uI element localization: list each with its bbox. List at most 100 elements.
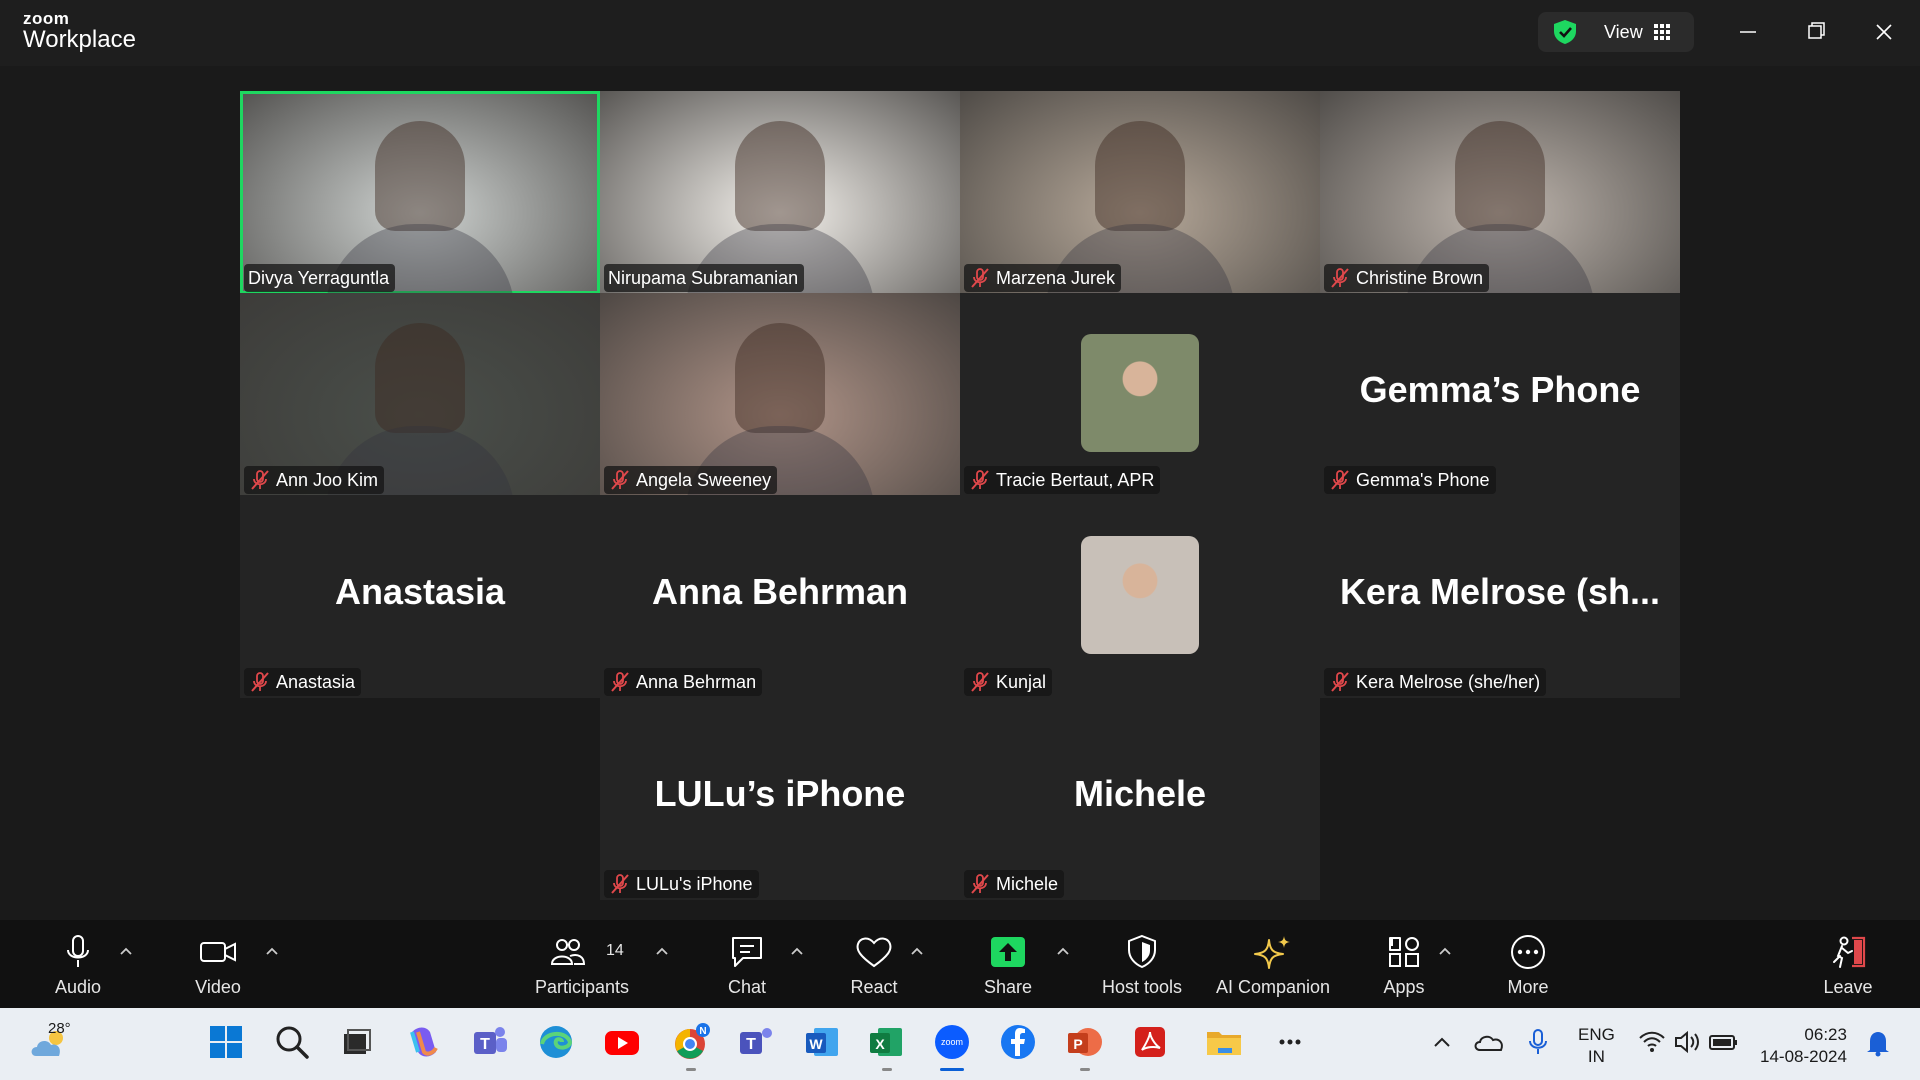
brand-bottom: Workplace [23, 26, 136, 53]
participant-name: Michele [996, 873, 1059, 894]
audio-button[interactable]: Audio [40, 934, 116, 1004]
participant-video-feed [375, 323, 465, 433]
participant-tile[interactable]: Kera Melrose (sh... Kera Melrose (she/her… [1320, 495, 1680, 698]
participant-tile[interactable]: Michele Michele [960, 697, 1320, 900]
video-gallery: Divya Yerraguntla Nirupama Subramanian Mar… [0, 66, 1920, 920]
zoom-app-icon[interactable]: zoom [932, 1022, 972, 1062]
temperature-text: 28° [48, 1020, 71, 1037]
close-icon[interactable] [1864, 14, 1904, 50]
participant-tile[interactable]: LULu’s iPhone LULu's iPhone [600, 697, 960, 900]
participant-name-tag: Christine Brown [1324, 264, 1490, 292]
audio-label: Audio [54, 977, 102, 997]
participant-tile[interactable]: Marzena Jurek [960, 91, 1320, 294]
system-clock[interactable]: 06:23 14-08-2024 [1760, 1024, 1847, 1068]
participant-tile[interactable]: Anna Behrman Anna Behrman [600, 495, 960, 698]
view-button[interactable]: View [1538, 12, 1694, 52]
participant-tile[interactable]: Tracie Bertaut, APR [960, 293, 1320, 496]
overflow-ellipsis-icon[interactable] [1270, 1022, 1310, 1062]
windows-taskbar: 28° T N T W X zoom P ENG IN 06:23 14-08-… [0, 1008, 1920, 1080]
wifi-icon[interactable] [1632, 1022, 1672, 1062]
participants-icon [550, 939, 586, 965]
acrobat-icon[interactable] [1130, 1022, 1170, 1062]
video-button[interactable]: Video [180, 934, 256, 1004]
audio-options-caret-icon[interactable] [119, 946, 133, 956]
muted-microphone-icon [608, 671, 632, 693]
youtube-icon[interactable] [602, 1022, 642, 1062]
chrome-icon[interactable]: N [670, 1022, 710, 1062]
microphone-tray-icon[interactable] [1518, 1022, 1558, 1062]
participant-video-feed [735, 323, 825, 433]
facebook-icon[interactable] [998, 1022, 1038, 1062]
participants-label: Participants [534, 977, 630, 997]
word-icon[interactable]: W [802, 1022, 842, 1062]
muted-microphone-icon [968, 671, 992, 693]
share-label: Share [983, 977, 1033, 997]
participant-name: Kunjal [996, 671, 1047, 692]
participant-name-tag: Anastasia [244, 668, 362, 696]
participant-tile[interactable]: Divya Yerraguntla [240, 91, 600, 294]
share-button[interactable]: Share [968, 934, 1048, 1004]
brand-top: zoom [23, 9, 70, 28]
minimize-icon[interactable] [1728, 14, 1768, 50]
participant-count: 14 [606, 942, 624, 959]
muted-microphone-icon [608, 873, 632, 895]
windows-start-icon[interactable] [206, 1022, 246, 1062]
participants-button[interactable]: 14 Participants [530, 934, 634, 1004]
participant-tile[interactable]: Nirupama Subramanian [600, 91, 960, 294]
restore-icon[interactable] [1796, 14, 1836, 50]
grid-icon [1654, 24, 1670, 40]
participant-tile[interactable]: Anastasia Anastasia [240, 495, 600, 698]
muted-microphone-icon [1328, 469, 1352, 491]
participant-tile[interactable]: Gemma’s Phone Gemma's Phone [1320, 293, 1680, 496]
host-shield-icon [1128, 934, 1156, 969]
participants-options-caret-icon[interactable] [655, 946, 669, 956]
teams-icon[interactable]: T [470, 1022, 510, 1062]
apps-options-caret-icon[interactable] [1438, 946, 1452, 956]
host-tools-button[interactable]: Host tools [1094, 934, 1190, 1004]
running-indicator [882, 1068, 892, 1071]
notification-bell-icon[interactable] [1858, 1022, 1898, 1062]
participant-name: Marzena Jurek [996, 267, 1116, 288]
search-icon[interactable] [272, 1022, 312, 1062]
participant-tile[interactable]: Kunjal [960, 495, 1320, 698]
excel-icon[interactable]: X [866, 1022, 906, 1062]
battery-icon[interactable] [1704, 1022, 1744, 1062]
chat-button[interactable]: Chat [707, 934, 787, 1004]
more-label: More [1507, 977, 1549, 997]
svg-text:T: T [480, 1036, 490, 1053]
leave-button[interactable]: Leave [1808, 934, 1888, 1004]
ai-companion-button[interactable]: AI Companion [1210, 934, 1336, 1004]
microphone-icon [67, 935, 89, 967]
video-options-caret-icon[interactable] [265, 946, 279, 956]
share-options-caret-icon[interactable] [1056, 946, 1070, 956]
chrome-badge: N [699, 1026, 706, 1037]
react-button[interactable]: React [834, 934, 914, 1004]
language-indicator[interactable]: ENG IN [1578, 1024, 1615, 1068]
onedrive-cloud-icon[interactable] [1470, 1022, 1510, 1062]
show-hidden-icons-chevron-icon[interactable] [1422, 1022, 1462, 1062]
participant-tile[interactable]: Ann Joo Kim [240, 293, 600, 496]
task-view-icon[interactable] [336, 1022, 376, 1062]
more-button[interactable]: More [1488, 934, 1568, 1004]
powerpoint-icon[interactable]: P [1064, 1022, 1104, 1062]
participant-tile[interactable]: Christine Brown [1320, 91, 1680, 294]
running-indicator [686, 1068, 696, 1071]
participant-display-name: Kera Melrose (sh... [1339, 571, 1661, 612]
participant-name-tag: Tracie Bertaut, APR [964, 466, 1161, 494]
chat-label: Chat [727, 977, 767, 997]
svg-text:T: T [746, 1036, 756, 1053]
speaker-volume-icon[interactable] [1668, 1022, 1708, 1062]
muted-microphone-icon [248, 469, 272, 491]
copilot-icon[interactable] [404, 1022, 444, 1062]
chat-options-caret-icon[interactable] [790, 946, 804, 956]
file-explorer-icon[interactable] [1204, 1022, 1244, 1062]
edge-browser-icon[interactable] [536, 1022, 576, 1062]
apps-button[interactable]: Apps [1364, 934, 1444, 1004]
participant-tile[interactable]: Angela Sweeney [600, 293, 960, 496]
participant-display-name: Michele [1073, 773, 1207, 814]
react-options-caret-icon[interactable] [910, 946, 924, 956]
teams-work-icon[interactable]: T [736, 1022, 776, 1062]
participant-name: Christine Brown [1356, 267, 1484, 288]
profile-picture [1081, 334, 1199, 452]
participant-name: Ann Joo Kim [276, 469, 379, 490]
